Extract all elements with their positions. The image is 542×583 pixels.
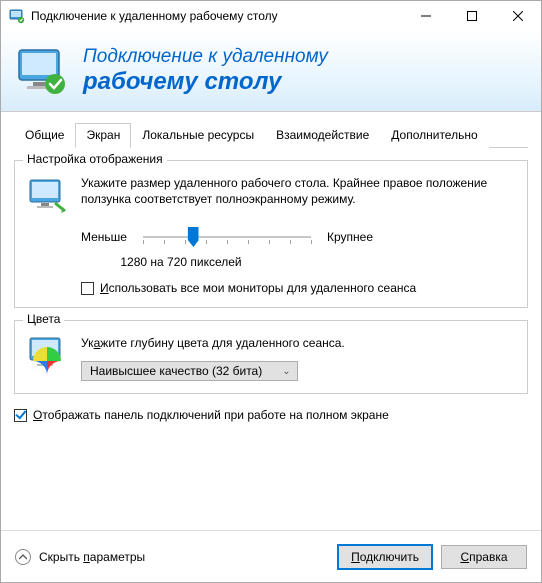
- footer-bar: Скрыть параметры Подключить Справка: [1, 530, 541, 582]
- colors-desc: Укажите глубину цвета для удаленного сеа…: [81, 335, 515, 351]
- window-controls: [403, 1, 541, 31]
- chevron-down-icon: ⌄: [282, 366, 290, 377]
- slider-thumb[interactable]: [188, 227, 199, 247]
- colors-group: Цвета Укажите глубину цвета для удаленно…: [14, 320, 528, 394]
- resolution-readout: 1280 на 720 пикселей: [81, 255, 281, 269]
- hide-params-link[interactable]: Скрыть параметры: [39, 550, 145, 564]
- content-area: Общие Экран Локальные ресурсы Взаимодейс…: [1, 112, 541, 530]
- minimize-button[interactable]: [403, 1, 449, 31]
- use-all-monitors-checkbox[interactable]: [81, 282, 94, 295]
- display-size-icon: [27, 175, 67, 215]
- connection-bar-checkbox[interactable]: [14, 409, 27, 422]
- tab-strip: Общие Экран Локальные ресурсы Взаимодейс…: [14, 122, 528, 148]
- help-button[interactable]: Справка: [441, 545, 527, 569]
- banner-line1: Подключение к удаленному: [83, 46, 328, 68]
- display-desc: Укажите размер удаленного рабочего стола…: [81, 175, 515, 207]
- tab-general[interactable]: Общие: [14, 123, 75, 148]
- color-depth-select[interactable]: Наивысшее качество (32 бита) ⌄: [81, 361, 298, 381]
- maximize-button[interactable]: [449, 1, 495, 31]
- resolution-slider[interactable]: [143, 227, 311, 247]
- color-depth-value: Наивысшее качество (32 бита): [90, 364, 262, 378]
- banner-text: Подключение к удаленному рабочему столу: [83, 46, 328, 96]
- display-config-group: Настройка отображения Укажите размер уда…: [14, 160, 528, 308]
- tab-advanced[interactable]: Дополнительно: [380, 123, 488, 148]
- color-depth-icon: [27, 335, 67, 375]
- app-small-icon: [9, 8, 25, 24]
- slider-min-label: Меньше: [81, 230, 127, 244]
- rdc-window: Подключение к удаленному рабочему столу …: [0, 0, 542, 583]
- colors-group-legend: Цвета: [23, 312, 64, 326]
- tab-display[interactable]: Экран: [75, 123, 131, 148]
- banner: Подключение к удаленному рабочему столу: [1, 31, 541, 112]
- slider-max-label: Крупнее: [327, 230, 373, 244]
- collapse-arrow-icon[interactable]: [15, 549, 31, 565]
- titlebar: Подключение к удаленному рабочему столу: [1, 1, 541, 31]
- window-title: Подключение к удаленному рабочему столу: [31, 9, 403, 23]
- tab-local-resources[interactable]: Локальные ресурсы: [131, 123, 265, 148]
- close-button[interactable]: [495, 1, 541, 31]
- app-banner-icon: [15, 44, 69, 98]
- connection-bar-row[interactable]: Отображать панель подключений при работе…: [14, 408, 528, 422]
- use-all-monitors-label: Использовать все мои мониторы для удален…: [100, 281, 416, 295]
- resolution-slider-row: Меньше Крупнее: [81, 227, 515, 247]
- connect-button[interactable]: Подключить: [337, 544, 433, 570]
- tab-experience[interactable]: Взаимодействие: [265, 123, 380, 148]
- connection-bar-label: Отображать панель подключений при работе…: [33, 408, 389, 422]
- banner-line2: рабочему столу: [83, 68, 328, 96]
- display-group-legend: Настройка отображения: [23, 152, 167, 166]
- use-all-monitors-row[interactable]: Использовать все мои мониторы для удален…: [81, 281, 515, 295]
